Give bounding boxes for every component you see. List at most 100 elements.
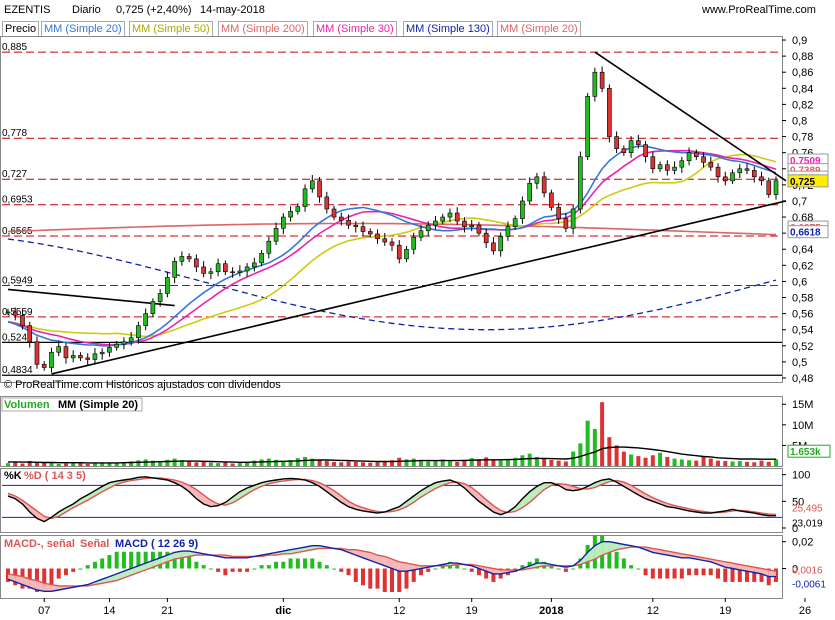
price-tick-label: 0,88 xyxy=(792,51,813,63)
candle-body xyxy=(288,211,293,218)
volume-bar xyxy=(237,463,242,466)
candle-body xyxy=(476,224,482,234)
candle-body xyxy=(252,262,257,268)
candle-body xyxy=(469,224,475,228)
volume-tick-label: 10M xyxy=(792,420,813,432)
volume-bar xyxy=(303,456,308,466)
macd-histogram-bar xyxy=(324,565,329,569)
volume-bar xyxy=(455,461,460,466)
macd-histogram-bar xyxy=(201,565,206,569)
macd-histogram-bar xyxy=(658,568,663,579)
candle-body xyxy=(136,325,141,339)
macd-histogram-bar xyxy=(426,568,431,572)
macd-histogram-bar xyxy=(650,568,655,579)
volume-bar xyxy=(295,458,300,466)
candle-body xyxy=(462,220,467,228)
candle-body xyxy=(433,220,438,226)
price-tick-label: 0,48 xyxy=(792,373,813,385)
macd-histogram-bar xyxy=(346,568,351,576)
stoch-k-line xyxy=(7,476,776,523)
volume-bar xyxy=(629,454,634,466)
price-tick-label: 0,82 xyxy=(792,99,813,111)
volume-bar xyxy=(614,445,619,466)
volume-bar xyxy=(165,459,170,466)
macd-histogram-bar xyxy=(455,565,460,569)
volume-bar xyxy=(607,437,612,466)
candle-body xyxy=(599,71,605,89)
candle-body xyxy=(20,314,25,326)
candle-body xyxy=(425,224,431,232)
volume-bar xyxy=(324,461,329,466)
volume-bar xyxy=(585,420,590,466)
trend-line xyxy=(7,288,175,307)
candle-body xyxy=(491,242,496,252)
macd-histogram-bar xyxy=(100,558,105,569)
stock-chart[interactable]: 0,90,880,860,840,820,80,780,760,740,720,… xyxy=(0,0,835,620)
volume-bar xyxy=(679,459,684,466)
candle-body xyxy=(672,166,677,171)
macd-histogram-bar xyxy=(266,565,271,569)
macd-histogram-bar xyxy=(114,551,119,569)
macd-histogram-bar xyxy=(288,558,293,569)
volume-bar xyxy=(592,428,597,466)
ma200-line xyxy=(7,222,777,236)
volume-bar xyxy=(498,460,503,466)
volume-bar xyxy=(745,461,750,466)
candle-body xyxy=(607,88,612,137)
price-tick-label: 0,78 xyxy=(792,132,813,144)
volume-bar xyxy=(339,462,344,466)
volume-bar xyxy=(136,460,141,466)
candle-body xyxy=(331,208,337,218)
volume-bar xyxy=(578,443,583,466)
candle-body xyxy=(751,170,757,178)
candle-body xyxy=(143,313,148,326)
volume-bar xyxy=(701,456,706,466)
candle-body xyxy=(614,136,619,149)
candle-body xyxy=(665,164,670,171)
candle-body xyxy=(396,244,402,260)
candle-body xyxy=(230,271,235,274)
ma130-line xyxy=(7,238,777,331)
volume-bar xyxy=(172,458,177,466)
volume-bar xyxy=(708,458,713,466)
volume-bar xyxy=(730,461,735,466)
macd-histogram-bar xyxy=(665,568,670,579)
candle-body xyxy=(411,236,417,250)
macd-histogram-bar xyxy=(614,551,619,569)
candle-body xyxy=(92,353,98,360)
candle-body xyxy=(266,240,272,254)
macd-histogram-bar xyxy=(701,568,706,576)
price-tick-label: 0,64 xyxy=(792,244,813,256)
volume-bar xyxy=(527,453,532,466)
candle-body xyxy=(570,208,576,229)
stoch-fill xyxy=(413,490,421,503)
volume-bar xyxy=(208,462,213,466)
price-frame xyxy=(0,36,783,383)
volume-bar xyxy=(752,462,757,466)
price-tick-label: 0,62 xyxy=(792,260,813,272)
candle-body xyxy=(404,248,409,260)
candle-body xyxy=(549,192,554,208)
candle-body xyxy=(78,355,83,359)
volume-bar xyxy=(346,461,351,466)
stoch-d-line xyxy=(7,477,777,520)
volume-bar xyxy=(361,462,366,466)
volume-bar xyxy=(49,463,54,466)
price-tick-label: 0,86 xyxy=(792,67,813,79)
candle-body xyxy=(215,263,221,273)
macd-histogram-bar xyxy=(121,551,126,569)
volume-bar xyxy=(469,458,474,466)
macd-histogram-bar xyxy=(723,568,728,582)
macd-histogram-bar xyxy=(303,558,308,569)
candle-body xyxy=(128,337,134,343)
level-label: 0,885 xyxy=(2,42,27,53)
macd-histogram-bar xyxy=(85,565,90,569)
volume-bar xyxy=(426,461,431,466)
candle-body xyxy=(114,343,119,348)
volume-bar xyxy=(672,458,677,466)
macd-tick-label: 0,02 xyxy=(792,537,813,549)
volume-legend-ma: MM (Simple 20) xyxy=(58,399,138,411)
candle-body xyxy=(338,216,344,221)
macd-histogram-bar xyxy=(208,568,213,570)
macd-histogram-bar xyxy=(643,568,648,576)
